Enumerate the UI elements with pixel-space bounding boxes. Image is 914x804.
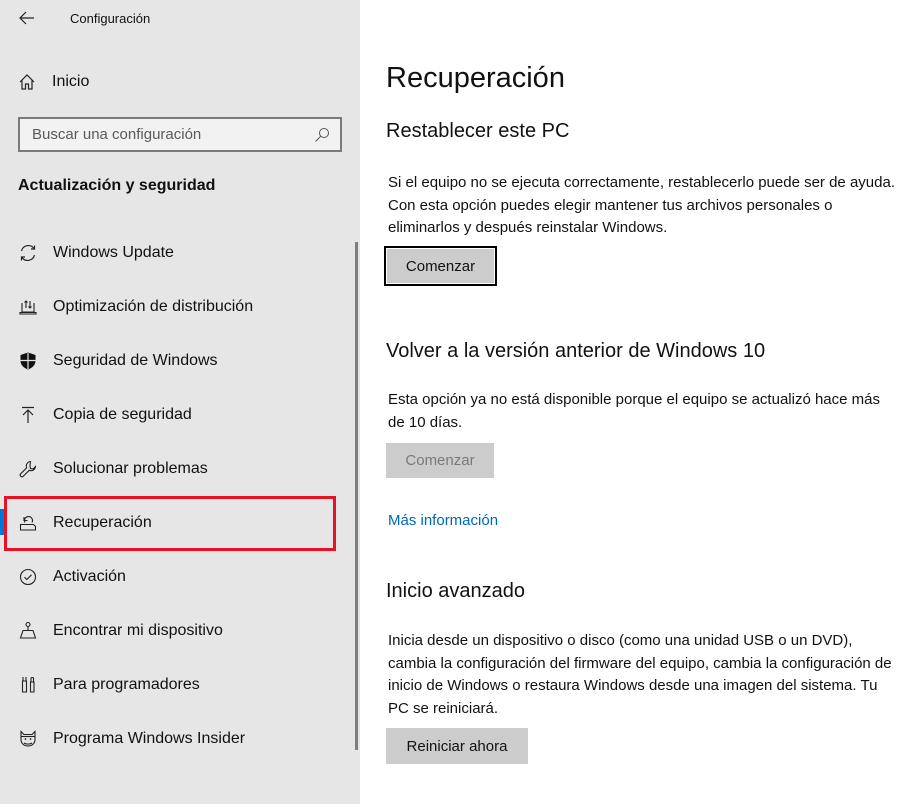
reset-description: Si el equipo no se ejecuta correctamente… bbox=[388, 174, 895, 236]
sidebar: Configuración Inicio Actualización y seg… bbox=[0, 0, 360, 804]
rollback-heading: Volver a la versión anterior de Windows … bbox=[386, 340, 766, 362]
sidebar-item-label: Encontrar mi dispositivo bbox=[53, 622, 223, 639]
sidebar-item-windows-update[interactable]: Windows Update bbox=[0, 226, 340, 280]
reset-heading: Restablecer este PC bbox=[386, 120, 570, 142]
sidebar-nav: Windows Update Optimización de distribuc… bbox=[0, 226, 340, 766]
find-device-icon bbox=[18, 621, 38, 641]
sidebar-home[interactable]: Inicio bbox=[18, 70, 89, 94]
insider-cat-icon bbox=[18, 729, 38, 749]
section-title: Actualización y seguridad bbox=[18, 177, 216, 194]
sidebar-item-developers[interactable]: Para programadores bbox=[0, 658, 340, 712]
sync-icon bbox=[18, 243, 38, 263]
sidebar-item-label: Solucionar problemas bbox=[53, 460, 208, 477]
more-info-link[interactable]: Más información bbox=[388, 512, 498, 529]
restart-now-button[interactable]: Reiniciar ahora bbox=[386, 728, 528, 764]
sidebar-item-label: Programa Windows Insider bbox=[53, 730, 246, 747]
reset-start-button[interactable]: Comenzar bbox=[384, 246, 497, 286]
sidebar-item-windows-security[interactable]: Seguridad de Windows bbox=[0, 334, 340, 388]
app-title: Configuración bbox=[70, 11, 151, 26]
sidebar-item-recovery[interactable]: Recuperación bbox=[0, 496, 340, 550]
sidebar-item-activation[interactable]: Activación bbox=[0, 550, 340, 604]
sidebar-item-label: Seguridad de Windows bbox=[53, 352, 218, 369]
sidebar-item-delivery-optimization[interactable]: Optimización de distribución bbox=[0, 280, 340, 334]
sidebar-item-backup[interactable]: Copia de seguridad bbox=[0, 388, 340, 442]
rollback-description: Esta opción ya no está disponible porque… bbox=[388, 391, 880, 431]
rollback-start-button[interactable]: Comenzar bbox=[386, 443, 494, 478]
sidebar-item-label: Para programadores bbox=[53, 676, 200, 693]
page-title: Recuperación bbox=[386, 62, 565, 94]
back-arrow-icon bbox=[19, 11, 34, 25]
sidebar-item-label: Activación bbox=[53, 568, 126, 585]
wrench-icon bbox=[18, 459, 38, 479]
sidebar-item-label: Windows Update bbox=[53, 244, 174, 261]
advanced-startup-heading: Inicio avanzado bbox=[386, 580, 525, 602]
search-icon[interactable] bbox=[314, 127, 330, 143]
back-button[interactable] bbox=[14, 6, 40, 30]
sidebar-scrollbar[interactable] bbox=[355, 242, 358, 750]
advanced-startup-description: Inicia desde un dispositivo o disco (com… bbox=[388, 632, 892, 717]
developer-tools-icon bbox=[18, 675, 38, 695]
sidebar-item-troubleshoot[interactable]: Solucionar problemas bbox=[0, 442, 340, 496]
delivery-optimization-icon bbox=[18, 297, 38, 317]
sidebar-item-label: Recuperación bbox=[53, 514, 152, 531]
sidebar-item-label: Copia de seguridad bbox=[53, 406, 192, 423]
recovery-icon bbox=[18, 513, 38, 533]
sidebar-home-label: Inicio bbox=[52, 73, 90, 90]
sidebar-item-windows-insider[interactable]: Programa Windows Insider bbox=[0, 712, 340, 766]
sidebar-item-label: Optimización de distribución bbox=[53, 298, 254, 315]
sidebar-item-find-my-device[interactable]: Encontrar mi dispositivo bbox=[0, 604, 340, 658]
search-input[interactable] bbox=[32, 126, 314, 143]
search-box[interactable] bbox=[18, 117, 342, 152]
shield-icon bbox=[18, 351, 38, 371]
check-circle-icon bbox=[18, 567, 38, 587]
backup-upload-icon bbox=[18, 405, 38, 425]
home-icon bbox=[19, 74, 35, 90]
